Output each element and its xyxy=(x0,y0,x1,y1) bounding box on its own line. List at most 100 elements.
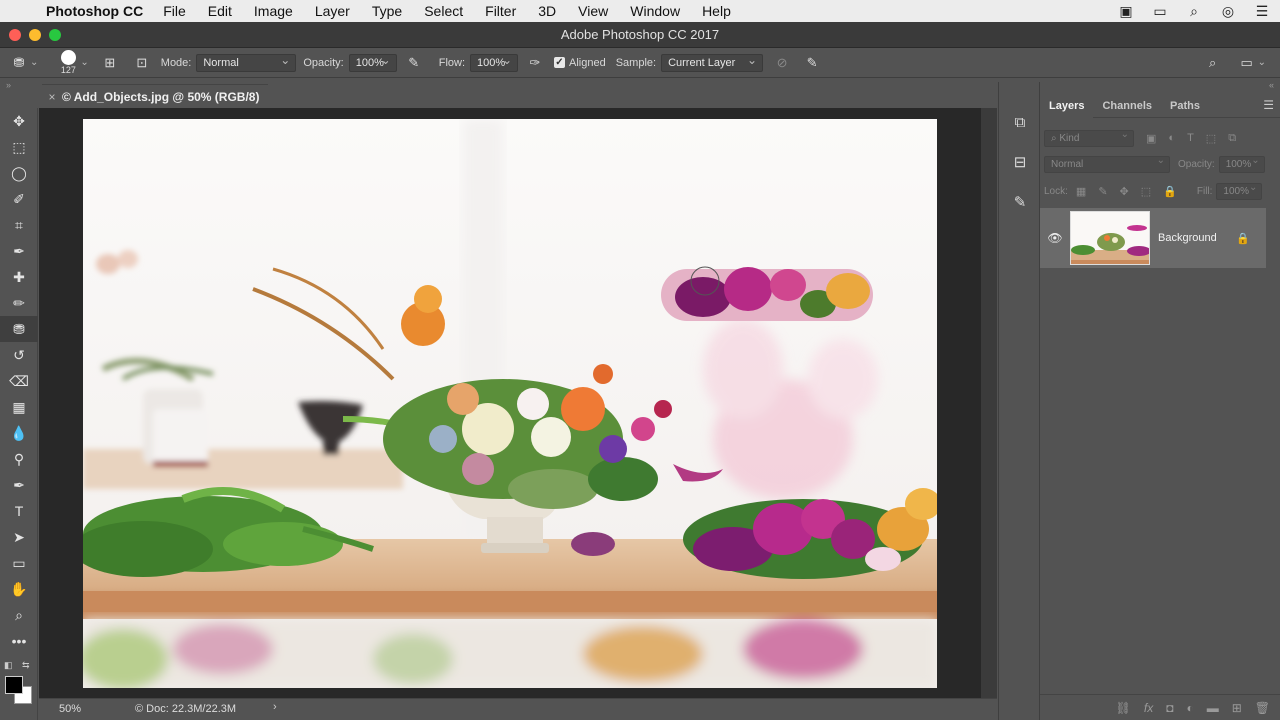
menu-help[interactable]: Help xyxy=(702,3,731,19)
pressure-size-icon[interactable]: ✎ xyxy=(801,52,823,74)
swap-colors-icon[interactable]: ⇆ xyxy=(22,660,30,671)
menu-view[interactable]: View xyxy=(578,3,608,19)
zoom-level[interactable]: 50% xyxy=(39,703,109,715)
menu-image[interactable]: Image xyxy=(254,3,293,19)
notification-center-icon[interactable]: ☰ xyxy=(1252,3,1272,20)
menu-window[interactable]: Window xyxy=(630,3,680,19)
link-layers-icon[interactable]: ⛓ xyxy=(1116,701,1131,715)
opacity-input[interactable]: 100% xyxy=(348,53,397,72)
layer-filter-kind[interactable]: ⌕ Kind xyxy=(1044,129,1134,147)
zoom-tool-icon[interactable]: ⌕ xyxy=(0,602,38,628)
dodge-tool-icon[interactable]: ⚲ xyxy=(0,446,38,472)
close-document-icon[interactable]: × xyxy=(42,90,62,104)
filter-shape-icon[interactable]: ⬚ xyxy=(1206,132,1216,145)
brush-tool-icon[interactable]: ✏ xyxy=(0,290,38,316)
filter-type-icon[interactable]: T xyxy=(1187,132,1194,144)
tab-paths[interactable]: Paths xyxy=(1161,94,1209,118)
healing-brush-tool-icon[interactable]: ✚ xyxy=(0,264,38,290)
tab-layers[interactable]: Layers xyxy=(1040,93,1094,118)
edit-toolbar-icon[interactable]: ••• xyxy=(0,628,38,654)
clone-source-panel-icon[interactable]: ⊡ xyxy=(131,52,153,74)
new-adjustment-layer-icon[interactable]: ◐ xyxy=(1186,701,1193,715)
layer-visibility-eye-icon[interactable]: 👁 xyxy=(1040,231,1070,245)
brush-preset-picker[interactable]: 127 xyxy=(56,50,80,75)
layer-row-background[interactable]: 👁 Background 🔒 xyxy=(1040,208,1266,268)
type-tool-icon[interactable]: T xyxy=(0,498,38,524)
sample-select[interactable]: Current Layer xyxy=(661,53,764,72)
eyedropper-tool-icon[interactable]: ✒ xyxy=(0,238,38,264)
tool-preset-dropdown-icon[interactable]: ⌄ xyxy=(30,57,38,68)
new-layer-icon[interactable]: ⊞ xyxy=(1232,701,1242,715)
layer-name[interactable]: Background xyxy=(1158,232,1217,244)
clone-stamp-tool-icon[interactable]: ⛃ xyxy=(0,316,38,342)
menu-file[interactable]: File xyxy=(163,3,186,19)
clone-source-panel-icon[interactable]: ⊟ xyxy=(999,142,1041,182)
document-tab[interactable]: × © Add_Objects.jpg @ 50% (RGB/8) xyxy=(42,84,268,108)
menu-select[interactable]: Select xyxy=(424,3,463,19)
blur-tool-icon[interactable]: 💧 xyxy=(0,420,38,446)
menu-edit[interactable]: Edit xyxy=(208,3,232,19)
collapse-panels-icon[interactable]: « xyxy=(1269,80,1274,90)
delete-layer-icon[interactable]: 🗑 xyxy=(1255,701,1270,715)
app-menu[interactable]: Photoshop CC xyxy=(46,3,143,19)
mode-select[interactable]: Normal xyxy=(196,53,297,72)
flow-input[interactable]: 100% xyxy=(470,53,518,72)
menu-layer[interactable]: Layer xyxy=(315,3,350,19)
lock-transparent-pixels-icon[interactable]: ▦ xyxy=(1076,185,1086,198)
workspace-switcher-icon[interactable]: ▭ xyxy=(1236,52,1258,74)
lock-image-pixels-icon[interactable]: ✎ xyxy=(1098,185,1107,198)
add-mask-icon[interactable]: ◘ xyxy=(1166,701,1173,715)
move-tool-icon[interactable]: ✥ xyxy=(0,108,38,134)
layer-opacity-input[interactable]: 100% xyxy=(1218,155,1265,173)
quick-selection-tool-icon[interactable]: ✐ xyxy=(0,186,38,212)
hand-tool-icon[interactable]: ✋ xyxy=(0,576,38,602)
ignore-adjustment-layers-icon[interactable]: ⊘ xyxy=(771,52,793,74)
layer-style-fx-icon[interactable]: fx xyxy=(1144,701,1153,715)
document-tab-row: » × © Add_Objects.jpg @ 50% (RGB/8) xyxy=(0,80,998,108)
rectangle-tool-icon[interactable]: ▭ xyxy=(0,550,38,576)
crop-tool-icon[interactable]: ⌗ xyxy=(0,212,38,238)
filter-smart-object-icon[interactable]: ⧉ xyxy=(1228,132,1236,145)
spotlight-search-icon[interactable]: ⌕ xyxy=(1184,3,1204,20)
clone-stamp-tool-preset-icon[interactable]: ⛃ xyxy=(8,52,30,74)
canvas-workspace[interactable] xyxy=(39,108,981,698)
document-canvas[interactable] xyxy=(83,119,937,688)
fill-input[interactable]: 100% xyxy=(1216,182,1263,200)
history-brush-tool-icon[interactable]: ↺ xyxy=(0,342,38,368)
filter-adjustment-icon[interactable]: ◐ xyxy=(1168,132,1175,144)
history-panel-icon[interactable]: ⧉ xyxy=(999,102,1041,142)
new-group-icon[interactable]: ▬ xyxy=(1207,701,1219,715)
airbrush-icon[interactable]: ✑ xyxy=(524,52,546,74)
blend-mode-select[interactable]: Normal xyxy=(1044,155,1170,173)
siri-icon[interactable]: ◎ xyxy=(1218,3,1238,20)
workspace-dropdown-icon[interactable]: ⌄ xyxy=(1258,57,1266,68)
gradient-tool-icon[interactable]: ▦ xyxy=(0,394,38,420)
menu-type[interactable]: Type xyxy=(372,3,402,19)
default-colors-icon[interactable]: ◧ xyxy=(4,660,13,671)
panel-menu-icon[interactable]: ☰ xyxy=(1263,98,1274,112)
menu-3d[interactable]: 3D xyxy=(538,3,556,19)
foreground-color-swatch[interactable] xyxy=(5,676,23,694)
airplay-display-icon[interactable]: ▭ xyxy=(1150,3,1170,20)
lock-artboard-icon[interactable]: ⬚ xyxy=(1141,185,1151,198)
lock-all-icon[interactable]: 🔒 xyxy=(1163,185,1177,198)
facetime-icon[interactable]: ▣ xyxy=(1116,3,1136,20)
brush-dropdown-icon[interactable]: ⌄ xyxy=(80,57,88,68)
lasso-tool-icon[interactable]: ◯ xyxy=(0,160,38,186)
pressure-opacity-icon[interactable]: ✎ xyxy=(403,52,425,74)
marquee-tool-icon[interactable]: ⬚ xyxy=(0,134,38,160)
path-selection-tool-icon[interactable]: ➤ xyxy=(0,524,38,550)
filter-pixel-icon[interactable]: ▣ xyxy=(1146,132,1156,145)
brush-settings-panel-icon[interactable]: ⊞ xyxy=(99,52,121,74)
search-icon[interactable]: ⌕ xyxy=(1202,52,1224,74)
pen-tool-icon[interactable]: ✒ xyxy=(0,472,38,498)
eraser-tool-icon[interactable]: ⌫ xyxy=(0,368,38,394)
status-menu-arrow-icon[interactable]: › xyxy=(273,701,277,713)
brush-settings-panel-icon[interactable]: ✎ xyxy=(999,182,1041,222)
aligned-checkbox[interactable]: ✓ xyxy=(554,57,565,68)
vertical-scrollbar[interactable] xyxy=(981,108,997,698)
lock-position-icon[interactable]: ✥ xyxy=(1120,185,1129,198)
menu-filter[interactable]: Filter xyxy=(485,3,516,19)
tab-channels[interactable]: Channels xyxy=(1093,94,1161,118)
collapse-toolbar-icon[interactable]: » xyxy=(6,80,11,90)
